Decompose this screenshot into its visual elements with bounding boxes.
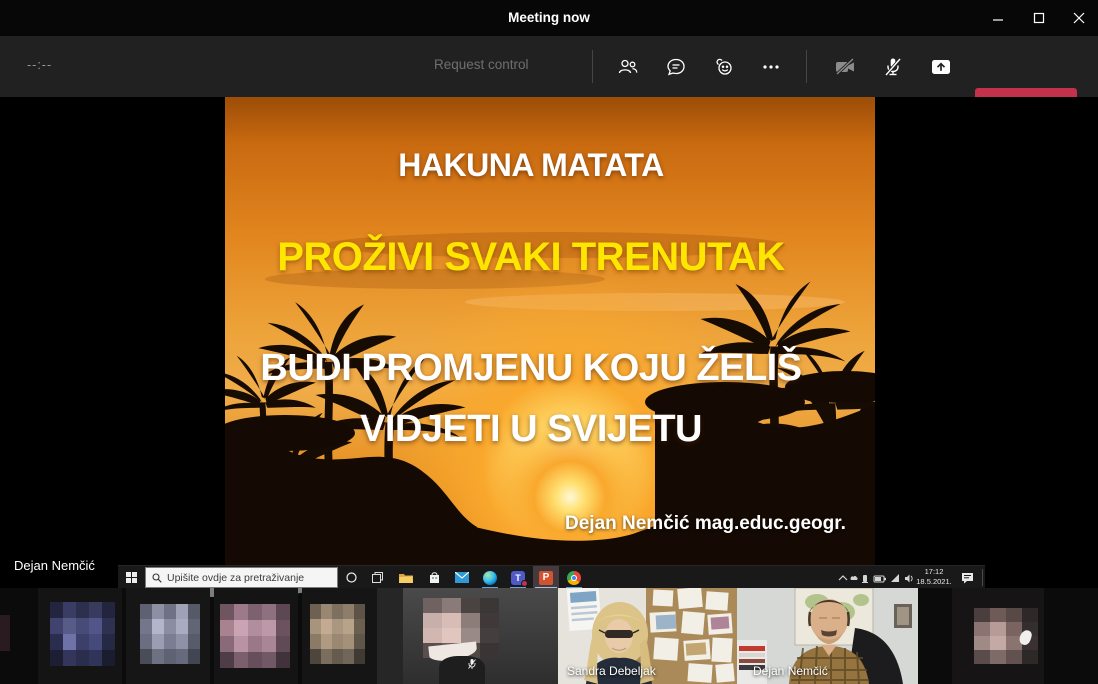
- store-icon: [428, 571, 441, 584]
- system-tray: [836, 566, 914, 589]
- show-desktop-button[interactable]: [982, 569, 983, 586]
- onedrive-icon: [850, 575, 857, 579]
- camera-off-icon: [833, 55, 857, 79]
- chrome-button[interactable]: [561, 566, 587, 589]
- slide-title: HAKUNA MATATA: [225, 147, 837, 184]
- file-explorer-icon: [399, 572, 413, 584]
- participants-icon: [617, 56, 639, 78]
- maximize-button[interactable]: [1022, 4, 1056, 32]
- shared-screen: HAKUNA MATATA PROŽIVI SVAKI TRENUTAK BUD…: [0, 97, 1098, 588]
- participant-video-blurred[interactable]: [302, 588, 386, 684]
- meeting-toolbar: --:-- Request control: [0, 36, 1098, 97]
- participant-video-large-blurred[interactable]: [377, 588, 558, 684]
- participants-button[interactable]: [608, 47, 648, 87]
- task-view-icon: [372, 572, 383, 583]
- store-button[interactable]: [421, 566, 447, 589]
- cortana-button[interactable]: [341, 566, 361, 589]
- reactions-button[interactable]: [704, 47, 744, 87]
- participant-video-dejan[interactable]: Dejan Nemčić: [737, 588, 918, 684]
- participant-name-label: Sandra Debeljak: [567, 664, 656, 678]
- pixelated-face: [50, 602, 115, 666]
- participant-video-blurred[interactable]: [38, 588, 122, 684]
- slide-quote-line-1: BUDI PROMJENU KOJU ŽELIŠ: [225, 347, 837, 390]
- start-button[interactable]: [120, 566, 142, 589]
- meeting-timer: --:--: [27, 58, 52, 72]
- pixelated-face: [140, 604, 200, 664]
- clock-date: 18.5.2021.: [915, 577, 953, 587]
- torso-shape: [439, 656, 485, 684]
- mail-button[interactable]: [449, 566, 475, 589]
- presentation-slide: HAKUNA MATATA PROŽIVI SVAKI TRENUTAK BUD…: [225, 97, 875, 565]
- more-button[interactable]: [751, 47, 791, 87]
- window-title: Meeting now: [0, 0, 1098, 36]
- slide-subtitle-yellow: PROŽIVI SVAKI TRENUTAK: [225, 235, 837, 280]
- network-icon: [891, 574, 899, 582]
- windows-taskbar: T P: [118, 565, 985, 588]
- title-bar: Meeting now: [0, 0, 1098, 36]
- close-button[interactable]: [1062, 4, 1096, 32]
- mail-icon: [455, 572, 469, 583]
- chrome-icon: [567, 571, 581, 585]
- more-icon: [760, 56, 782, 78]
- share-screen-icon: [929, 55, 953, 79]
- minimize-button[interactable]: [981, 4, 1015, 32]
- powerpoint-button[interactable]: P: [533, 566, 559, 589]
- clock-time: 17:12: [915, 567, 953, 577]
- slide-author-credit: Dejan Nemčić mag.educ.geogr.: [565, 513, 841, 535]
- close-icon: [1073, 12, 1085, 24]
- action-center-icon: [961, 572, 974, 584]
- participant-video-sandra[interactable]: Sandra Debeljak: [558, 588, 737, 684]
- file-explorer-button[interactable]: [393, 566, 419, 589]
- task-view-button[interactable]: [367, 566, 387, 589]
- camera-off-button[interactable]: [825, 47, 865, 87]
- slide-quote-line-2: VIDJETI U SVIJETU: [225, 408, 837, 451]
- participant-name-label: Dejan Nemčić: [753, 664, 828, 678]
- teams-icon: T: [511, 571, 525, 585]
- request-control-button[interactable]: Request control: [434, 57, 529, 72]
- minimize-icon: [992, 12, 1004, 24]
- tray-icons[interactable]: [836, 570, 914, 586]
- chat-button[interactable]: [656, 47, 696, 87]
- share-screen-button[interactable]: [921, 47, 961, 87]
- edge-button[interactable]: [477, 566, 503, 589]
- participant-video-blurred[interactable]: [214, 588, 298, 684]
- participant-filmstrip: Sandra Debeljak: [0, 588, 1098, 684]
- taskbar-search-box[interactable]: [145, 567, 338, 588]
- edge-video-sliver: [0, 615, 10, 651]
- maximize-icon: [1033, 12, 1045, 24]
- chat-icon: [665, 56, 687, 78]
- pixelated-face: [310, 604, 365, 664]
- video-shadow: [377, 588, 403, 684]
- reactions-icon: [713, 56, 735, 78]
- device-icon: [863, 575, 867, 582]
- search-icon: [152, 573, 162, 583]
- search-input[interactable]: [167, 572, 327, 584]
- taskbar-clock[interactable]: 17:12 18.5.2021.: [915, 567, 953, 588]
- teams-meeting-window: Meeting now --:-- Request control: [0, 0, 1098, 684]
- pixelated-face: [220, 604, 290, 668]
- mic-off-button[interactable]: [873, 47, 913, 87]
- start-icon: [126, 572, 137, 583]
- powerpoint-icon: P: [539, 571, 553, 585]
- volume-icon: [905, 574, 910, 582]
- chevron-up-icon: [839, 576, 847, 580]
- teams-button[interactable]: T: [505, 566, 531, 589]
- mic-off-icon: [881, 55, 905, 79]
- participant-video-blurred[interactable]: [126, 588, 210, 684]
- divider: [592, 50, 593, 83]
- divider: [806, 50, 807, 83]
- cortana-icon: [346, 572, 357, 583]
- mic-off-overlay-icon: [467, 658, 477, 670]
- presenter-name-overlay: Dejan Nemčić: [14, 558, 95, 573]
- participant-video-blurred[interactable]: [952, 588, 1044, 684]
- action-center-button[interactable]: [956, 566, 978, 589]
- edge-icon: [483, 571, 497, 585]
- notification-badge: [521, 580, 528, 587]
